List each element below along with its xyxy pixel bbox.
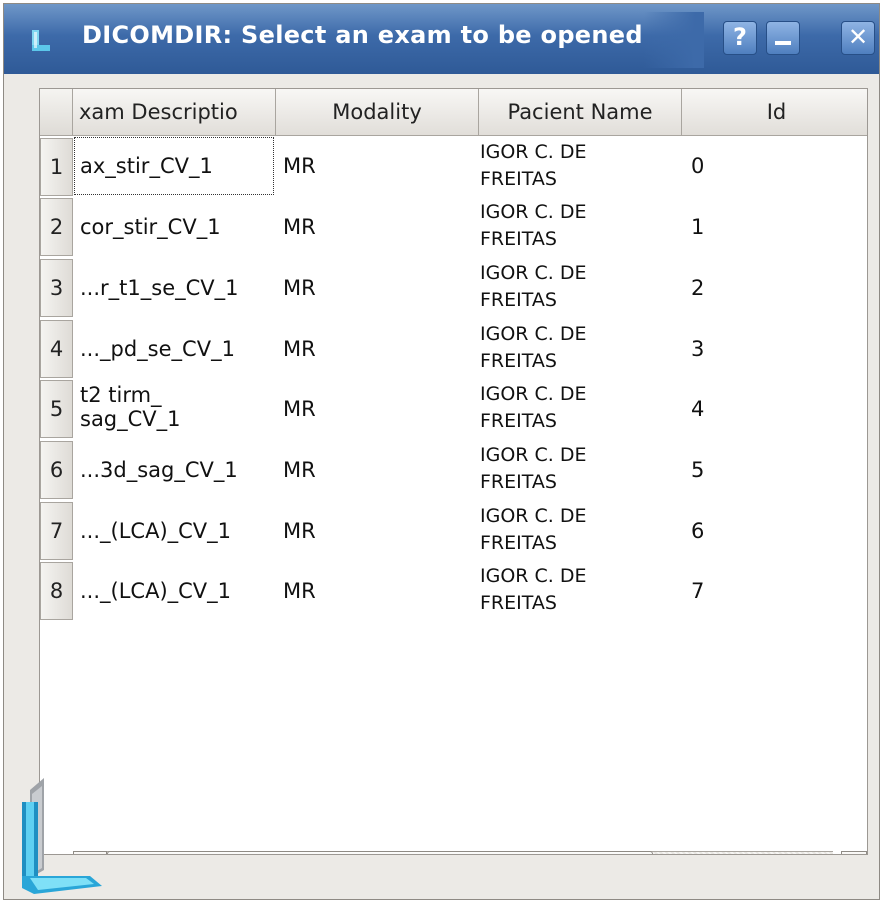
row-header[interactable]: 8 xyxy=(40,562,73,620)
row-header[interactable]: 1 xyxy=(40,138,73,196)
row-header[interactable]: 4 xyxy=(40,320,73,378)
patient-name-line: FREITAS xyxy=(480,228,557,250)
cell-patient-name[interactable]: IGOR C. DE FREITAS xyxy=(480,563,587,617)
cell-description[interactable]: ...r_t1_se_CV_1 xyxy=(80,276,239,300)
cell-patient-name[interactable]: IGOR C. DE FREITAS xyxy=(480,199,587,253)
row-header[interactable]: 5 xyxy=(40,380,73,438)
minimize-icon xyxy=(775,41,791,45)
cell-id[interactable]: 1 xyxy=(691,215,704,239)
patient-name-line: IGOR C. DE xyxy=(480,141,587,163)
cell-modality[interactable]: MR xyxy=(283,215,316,239)
app-icon xyxy=(32,30,50,51)
cell-id[interactable]: 6 xyxy=(691,519,704,543)
row-header[interactable]: 3 xyxy=(40,259,73,317)
patient-name-line: FREITAS xyxy=(480,532,557,554)
description-line: sag_CV_1 xyxy=(80,407,181,431)
description-line: t2 tirm_ xyxy=(80,383,162,407)
scroll-left-arrow-button[interactable]: ◀ xyxy=(841,851,867,854)
help-icon: ? xyxy=(733,23,747,51)
cell-modality[interactable]: MR xyxy=(283,276,316,300)
patient-name-line: IGOR C. DE xyxy=(480,444,587,466)
patient-name-line: IGOR C. DE xyxy=(480,383,587,405)
table-corner[interactable] xyxy=(40,89,73,136)
close-button[interactable]: ✕ xyxy=(841,21,875,55)
cell-modality[interactable]: MR xyxy=(283,154,316,178)
exam-table[interactable]: xam Descriptio Modality Pacient Name Id … xyxy=(39,88,868,855)
horizontal-scrollbar[interactable]: ◀ ◀ ▶ xyxy=(73,851,868,855)
cell-description[interactable]: t2 tirm_ sag_CV_1 xyxy=(80,383,181,431)
patient-name-line: FREITAS xyxy=(480,289,557,311)
dicomdir-dialog: DICOMDIR: Select an exam to be opened ? … xyxy=(3,3,880,900)
patient-name-line: IGOR C. DE xyxy=(480,505,587,527)
cell-id[interactable]: 3 xyxy=(691,337,704,361)
column-header-patient-name[interactable]: Pacient Name xyxy=(479,89,682,136)
cell-modality[interactable]: MR xyxy=(283,519,316,543)
scroll-arrow-group: ◀ ▶ xyxy=(841,851,868,855)
help-button[interactable]: ? xyxy=(723,21,757,55)
scroll-thumb[interactable] xyxy=(107,851,653,854)
patient-name-line: IGOR C. DE xyxy=(480,323,587,345)
cell-description[interactable]: ..._pd_se_CV_1 xyxy=(80,337,235,361)
title-fade xyxy=(644,12,704,68)
cell-patient-name[interactable]: IGOR C. DE FREITAS xyxy=(480,503,587,557)
cell-modality[interactable]: MR xyxy=(283,337,316,361)
patient-name-line: IGOR C. DE xyxy=(480,565,587,587)
patient-name-line: FREITAS xyxy=(480,410,557,432)
cell-patient-name[interactable]: IGOR C. DE FREITAS xyxy=(480,442,587,496)
scroll-right-arrow-button[interactable]: ▶ xyxy=(867,851,868,855)
cell-description[interactable]: ...3d_sag_CV_1 xyxy=(80,458,238,482)
app-logo xyxy=(22,778,102,894)
cell-modality[interactable]: MR xyxy=(283,397,316,421)
cell-id[interactable]: 2 xyxy=(691,276,704,300)
window-title: DICOMDIR: Select an exam to be opened xyxy=(82,21,643,49)
cell-patient-name[interactable]: IGOR C. DE FREITAS xyxy=(480,139,587,193)
cell-id[interactable]: 7 xyxy=(691,579,704,603)
cell-id[interactable]: 5 xyxy=(691,458,704,482)
focused-cell-outline xyxy=(74,137,274,195)
patient-name-line: IGOR C. DE xyxy=(480,201,587,223)
cell-modality[interactable]: MR xyxy=(283,458,316,482)
minimize-button[interactable] xyxy=(766,21,800,55)
row-header[interactable]: 6 xyxy=(40,441,73,499)
cell-modality[interactable]: MR xyxy=(283,579,316,603)
patient-name-line: FREITAS xyxy=(480,350,557,372)
column-header-modality[interactable]: Modality xyxy=(276,89,479,136)
column-header-description[interactable]: xam Descriptio xyxy=(73,89,276,136)
cell-description[interactable]: ..._(LCA)_CV_1 xyxy=(80,579,231,603)
column-header-id[interactable]: Id xyxy=(682,89,867,136)
title-bar[interactable]: DICOMDIR: Select an exam to be opened ? … xyxy=(4,4,879,74)
patient-name-line: FREITAS xyxy=(480,592,557,614)
cell-description[interactable]: ..._(LCA)_CV_1 xyxy=(80,519,231,543)
close-icon: ✕ xyxy=(847,23,869,51)
cell-id[interactable]: 0 xyxy=(691,154,704,178)
patient-name-line: IGOR C. DE xyxy=(480,262,587,284)
row-header[interactable]: 2 xyxy=(40,198,73,256)
cell-patient-name[interactable]: IGOR C. DE FREITAS xyxy=(480,381,587,435)
cell-id[interactable]: 4 xyxy=(691,397,704,421)
cell-description[interactable]: cor_stir_CV_1 xyxy=(80,215,221,239)
patient-name-line: FREITAS xyxy=(480,168,557,190)
row-header[interactable]: 7 xyxy=(40,502,73,560)
cell-patient-name[interactable]: IGOR C. DE FREITAS xyxy=(480,321,587,375)
patient-name-line: FREITAS xyxy=(480,471,557,493)
cell-patient-name[interactable]: IGOR C. DE FREITAS xyxy=(480,260,587,314)
